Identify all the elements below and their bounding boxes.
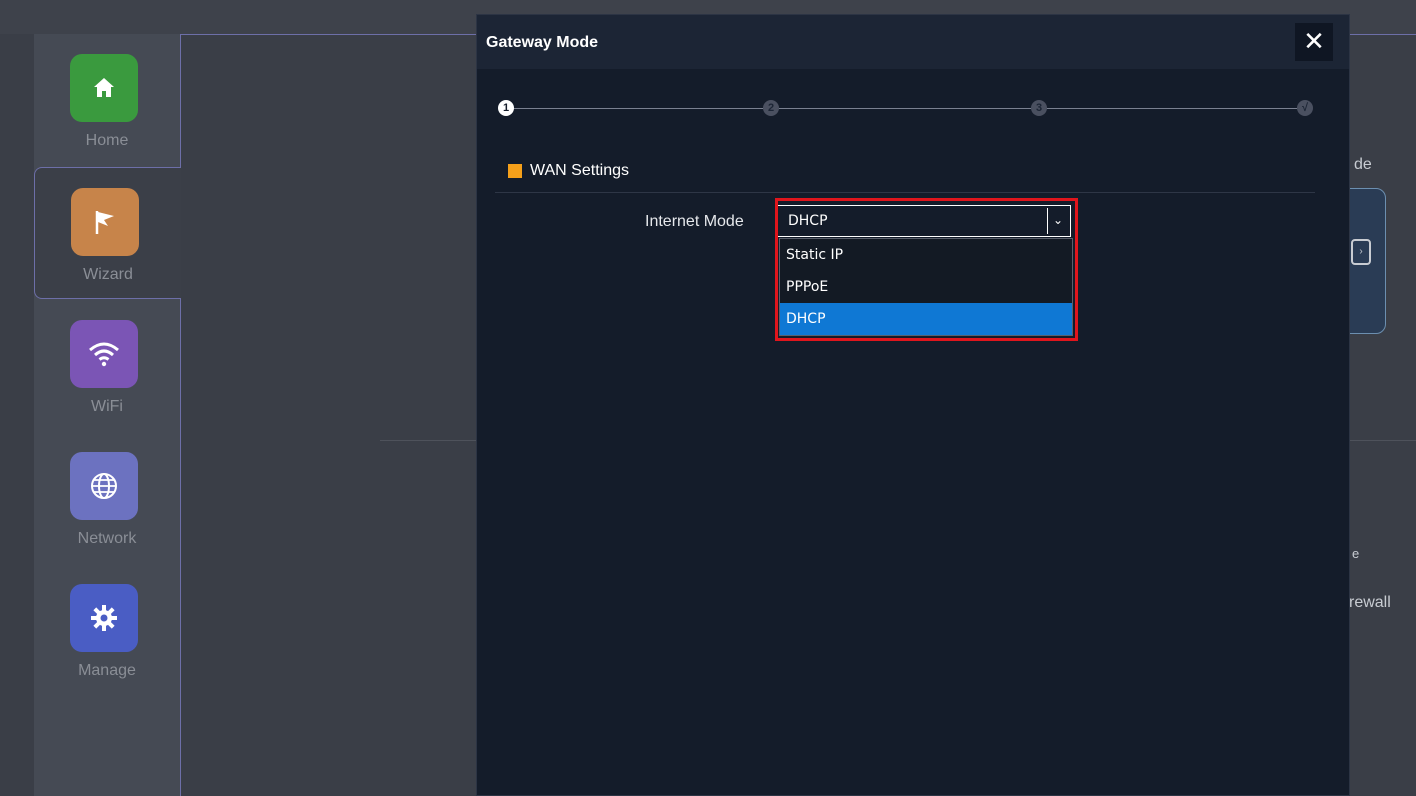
flag-icon — [71, 188, 139, 256]
wan-settings-heading: WAN Settings — [508, 162, 629, 180]
home-icon — [70, 54, 138, 122]
chevron-down-icon[interactable]: ⌄ — [1047, 208, 1068, 234]
step-3-indicator: 3 — [1031, 100, 1047, 116]
step-2-indicator: 2 — [763, 100, 779, 116]
step-connector — [513, 108, 763, 109]
step-1-indicator: 1 — [498, 100, 514, 116]
internet-mode-value: DHCP — [788, 213, 828, 229]
gateway-mode-dialog: Gateway Mode ✕ 1 2 3 √ WAN Settings Inte… — [476, 14, 1350, 796]
dialog-header: Gateway Mode ✕ — [477, 15, 1349, 69]
option-static-ip[interactable]: Static IP — [780, 239, 1072, 271]
background-firewall-text: rewall — [1349, 594, 1391, 611]
sidebar-label-manage: Manage — [78, 662, 136, 679]
sidebar-item-wizard[interactable]: Wizard — [34, 167, 181, 299]
background-mode-text: de — [1354, 156, 1372, 173]
globe-icon — [70, 452, 138, 520]
card-icon: › — [1351, 239, 1371, 265]
internet-mode-label: Internet Mode — [645, 213, 744, 230]
sidebar-label-home: Home — [85, 132, 129, 149]
sidebar-item-network[interactable]: Network — [34, 432, 180, 564]
sidebar-label-wifi: WiFi — [91, 398, 123, 415]
close-button[interactable]: ✕ — [1295, 23, 1333, 61]
section-marker-icon — [508, 164, 522, 178]
dialog-title: Gateway Mode — [486, 34, 599, 51]
sidebar-label-network: Network — [77, 530, 137, 547]
section-divider — [495, 192, 1315, 193]
step-finish-indicator: √ — [1297, 100, 1313, 116]
router-admin-app: de › e rewall Home Wizard WiFi Network M… — [0, 0, 1416, 796]
wifi-icon — [70, 320, 138, 388]
wan-settings-label: WAN Settings — [530, 162, 629, 179]
step-connector — [779, 108, 1031, 109]
option-dhcp[interactable]: DHCP — [780, 303, 1072, 335]
sidebar-item-manage[interactable]: Manage — [34, 564, 180, 696]
sidebar-item-home[interactable]: Home — [34, 34, 180, 166]
sidebar-item-wifi[interactable]: WiFi — [34, 300, 180, 432]
step-connector — [1047, 108, 1297, 109]
sidebar-label-wizard: Wizard — [83, 266, 133, 283]
internet-mode-select[interactable]: DHCP ⌄ — [777, 205, 1071, 237]
option-pppoe[interactable]: PPPoE — [780, 271, 1072, 303]
background-text-e: e — [1352, 546, 1360, 561]
sidebar: Home Wizard WiFi Network Manage — [34, 34, 181, 796]
gear-icon — [70, 584, 138, 652]
internet-mode-dropdown: Static IP PPPoE DHCP — [779, 238, 1073, 336]
